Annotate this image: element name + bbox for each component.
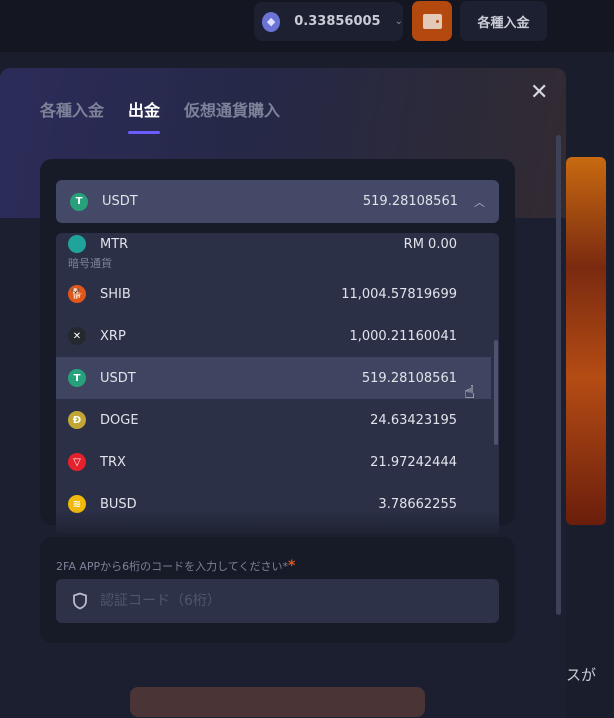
selected-currency-name: USDT xyxy=(102,194,138,209)
currency-name: USDT xyxy=(100,370,136,386)
usdt-icon: T xyxy=(68,369,86,387)
wallet-button[interactable] xyxy=(412,1,452,41)
list-item[interactable]: MTR RM 0.00 xyxy=(56,234,491,254)
twofa-field[interactable] xyxy=(56,579,499,623)
dropdown-scrollbar[interactable] xyxy=(494,340,498,445)
game-thumbnail[interactable] xyxy=(566,157,606,525)
chevron-up-icon: ︿ xyxy=(474,195,485,209)
list-item[interactable]: 🐕 SHIB 11,004.57819699 xyxy=(56,273,491,315)
currency-value: 1,000.21160041 xyxy=(349,328,457,344)
list-item[interactable]: Ð DOGE 24.63423195 xyxy=(56,399,491,441)
list-fade xyxy=(56,510,499,534)
modal-tabs: 各種入金 出金 仮想通貨購入 xyxy=(40,97,304,134)
list-item[interactable]: T USDT 519.28108561 xyxy=(56,357,491,399)
shib-icon: 🐕 xyxy=(68,285,86,303)
currency-select[interactable]: T USDT 519.28108561 ︿ xyxy=(56,180,499,223)
mtr-icon xyxy=(68,235,86,253)
currency-value: RM 0.00 xyxy=(403,236,457,252)
currency-name: DOGE xyxy=(100,412,139,428)
list-item[interactable]: ✕ XRP 1,000.21160041 xyxy=(56,315,491,357)
deposit-button[interactable]: 各種入金 xyxy=(460,1,547,41)
chevron-down-icon: ⌄ xyxy=(394,16,403,27)
currency-value: 11,004.57819699 xyxy=(341,286,457,302)
close-icon[interactable]: ✕ xyxy=(530,80,548,105)
twofa-label: 2FA APPから6桁のコードを入力してください** xyxy=(56,558,296,574)
currency-name: TRX xyxy=(100,454,126,470)
currency-name: XRP xyxy=(100,328,126,344)
list-item[interactable]: ▽ TRX 21.97242444 xyxy=(56,441,491,483)
top-bar: ◆ 0.33856005 ⌄ 各種入金 xyxy=(0,0,614,52)
tab-buy-crypto[interactable]: 仮想通貨購入 xyxy=(184,97,280,121)
ethereum-icon: ◆ xyxy=(262,11,281,32)
usdt-icon: T xyxy=(70,192,88,211)
shield-icon xyxy=(73,592,87,610)
twofa-input[interactable] xyxy=(100,593,480,609)
currency-name: MTR xyxy=(100,236,129,252)
doge-icon: Ð xyxy=(68,411,86,429)
modal-scrollbar[interactable] xyxy=(556,135,561,615)
currency-value: 24.63423195 xyxy=(370,412,457,428)
required-mark: * xyxy=(287,558,296,574)
xrp-icon: ✕ xyxy=(68,327,86,345)
currency-name: SHIB xyxy=(100,286,131,302)
currency-dropdown: MTR RM 0.00 暗号通貨 🐕 SHIB 11,004.57819699 ✕ XR… xyxy=(56,233,499,533)
hand-cursor-icon: ☝ xyxy=(464,382,475,403)
background-text: スが xyxy=(566,666,597,684)
currency-value: 21.97242444 xyxy=(370,454,457,470)
balance-value: 0.33856005 xyxy=(294,14,381,29)
balance-selector[interactable]: ◆ 0.33856005 ⌄ xyxy=(254,2,403,41)
tab-deposit[interactable]: 各種入金 xyxy=(40,97,104,121)
submit-button[interactable] xyxy=(130,687,425,717)
wallet-icon xyxy=(422,13,442,29)
selected-currency-value: 519.28108561 xyxy=(362,194,458,209)
tab-withdraw[interactable]: 出金 xyxy=(128,97,161,134)
trx-icon: ▽ xyxy=(68,453,86,471)
group-label: 暗号通貨 xyxy=(68,257,112,270)
currency-value: 519.28108561 xyxy=(361,370,457,386)
